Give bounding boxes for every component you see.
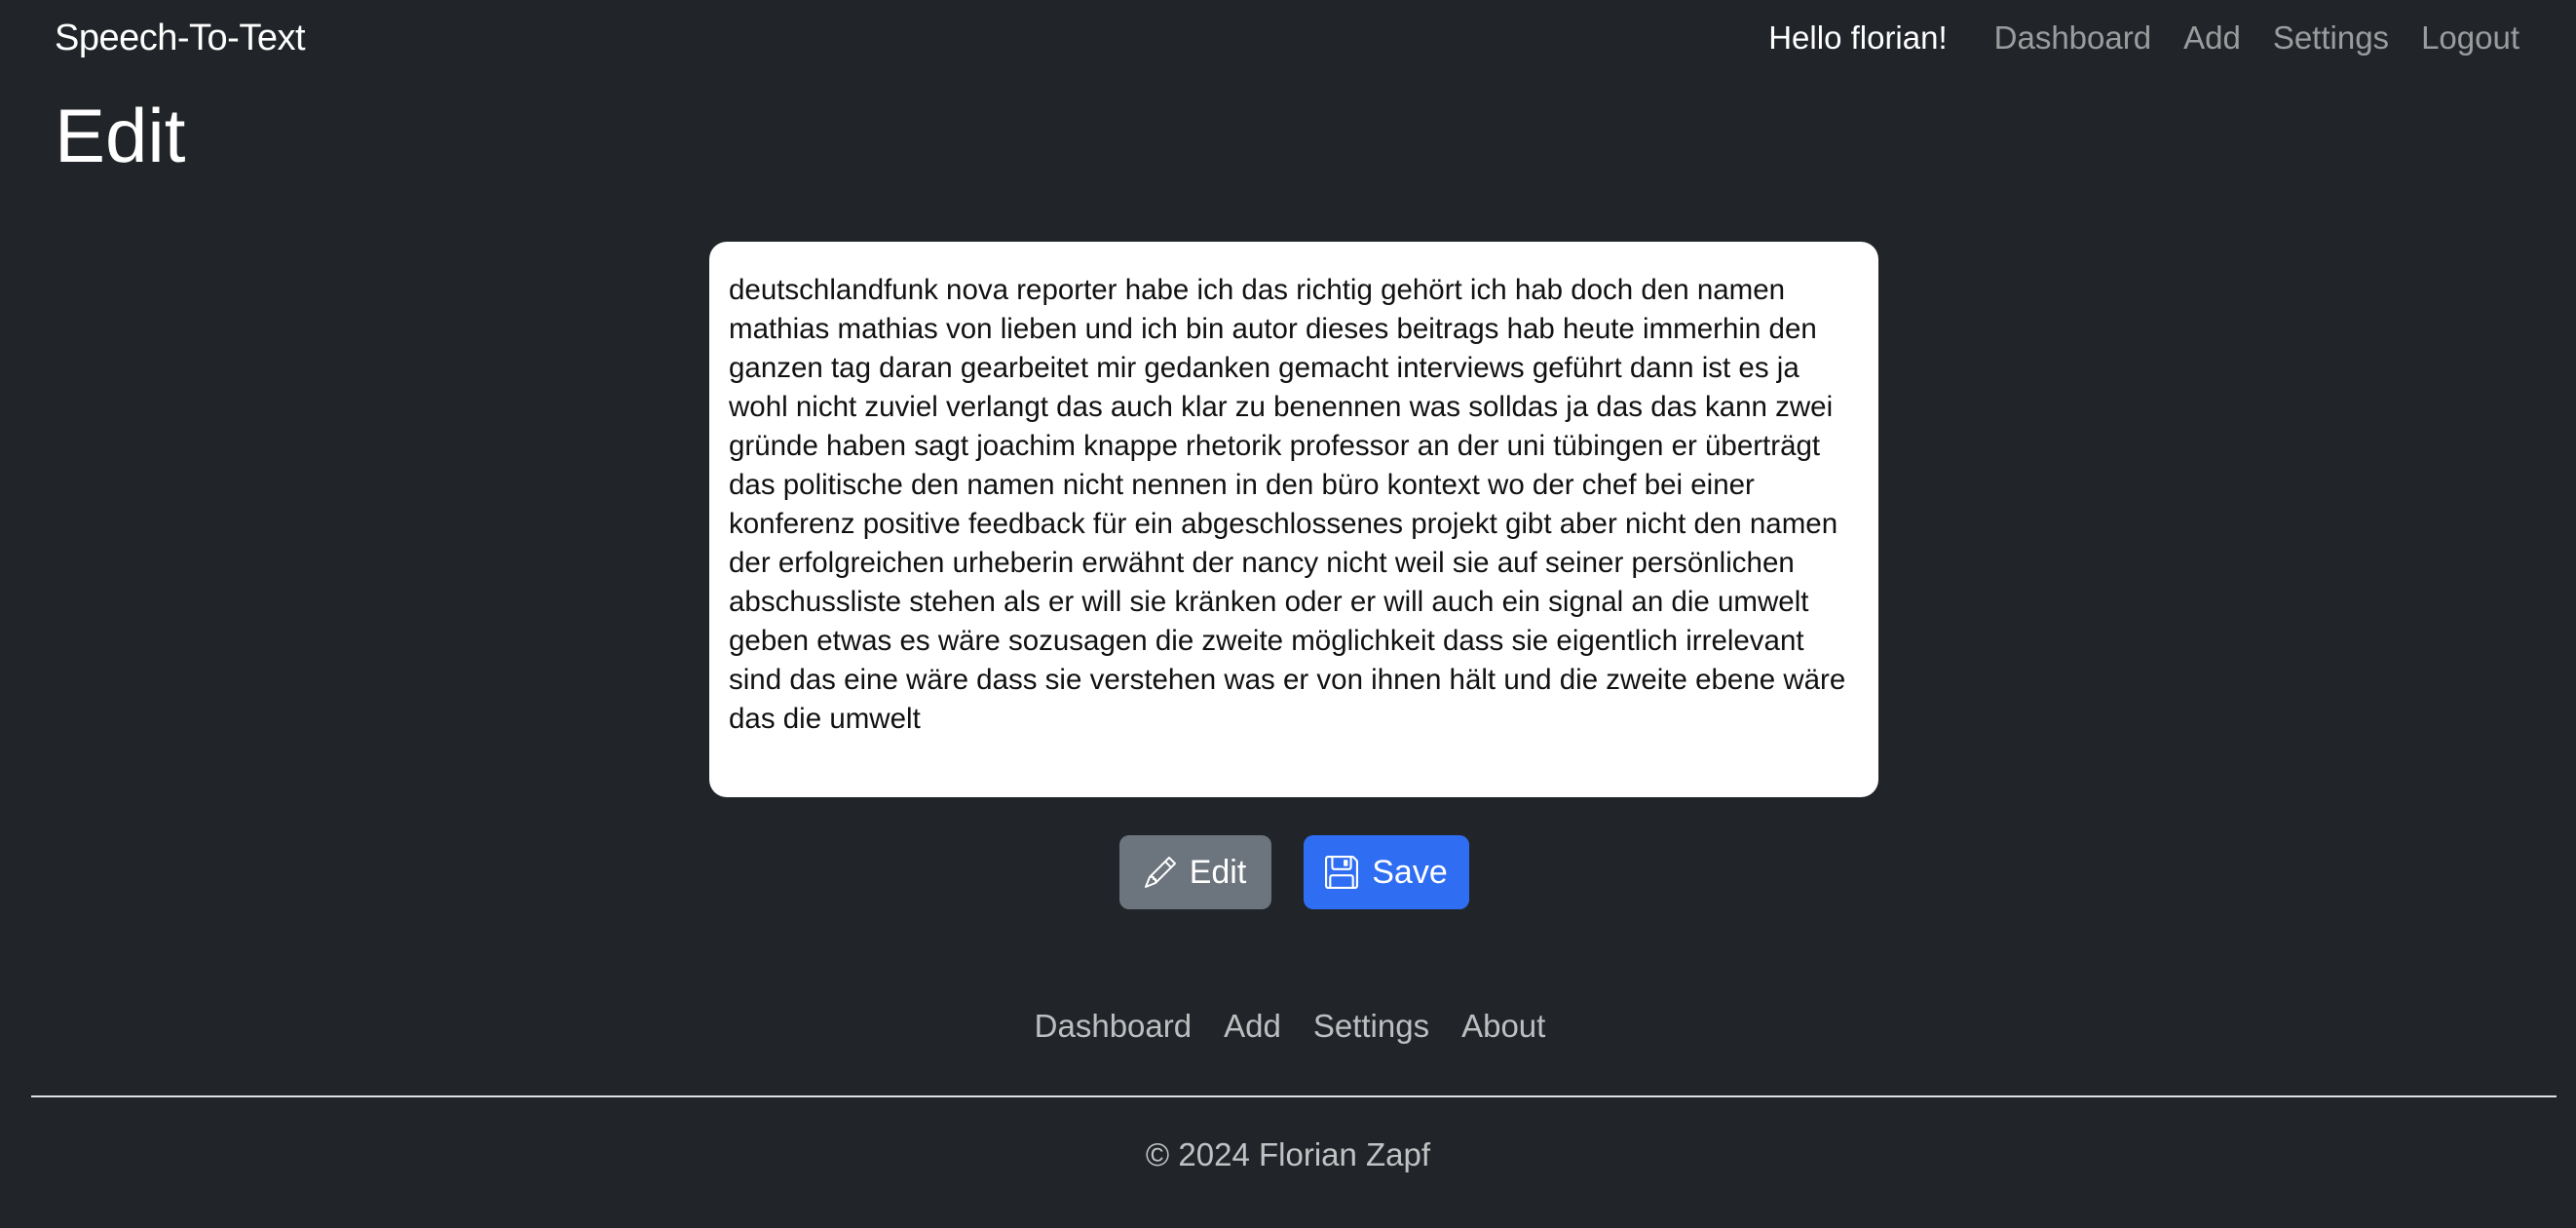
brand-link[interactable]: Speech-To-Text xyxy=(55,18,306,59)
transcript-textarea[interactable] xyxy=(709,242,1878,797)
top-navbar: Speech-To-Text Hello florian! Dashboard … xyxy=(0,0,2576,80)
nav-settings-link[interactable]: Settings xyxy=(2273,19,2389,57)
footer-about-link[interactable]: About xyxy=(1461,1008,1545,1045)
footer-settings-link[interactable]: Settings xyxy=(1313,1008,1429,1045)
footer-add-link[interactable]: Add xyxy=(1224,1008,1281,1045)
footer-divider xyxy=(31,1095,2557,1097)
nav-add-link[interactable]: Add xyxy=(2183,19,2241,57)
nav-dashboard-link[interactable]: Dashboard xyxy=(1994,19,2151,57)
save-button[interactable]: Save xyxy=(1304,835,1469,909)
pencil-icon xyxy=(1144,857,1176,888)
nav-right: Hello florian! Dashboard Add Settings Lo… xyxy=(1768,19,2519,57)
edit-button-label: Edit xyxy=(1189,853,1247,891)
floppy-disk-icon xyxy=(1325,856,1359,889)
user-greeting: Hello florian! xyxy=(1768,19,1948,56)
copyright-text: © 2024 Florian Zapf xyxy=(1145,1136,1431,1172)
page-title: Edit xyxy=(55,93,186,178)
footer-dashboard-link[interactable]: Dashboard xyxy=(1035,1008,1192,1045)
footer-nav: Dashboard Add Settings About xyxy=(0,1008,2576,1045)
action-buttons: Edit Save xyxy=(1119,835,1469,909)
save-button-label: Save xyxy=(1372,853,1448,891)
nav-logout-link[interactable]: Logout xyxy=(2421,19,2519,57)
edit-button[interactable]: Edit xyxy=(1119,835,1271,909)
